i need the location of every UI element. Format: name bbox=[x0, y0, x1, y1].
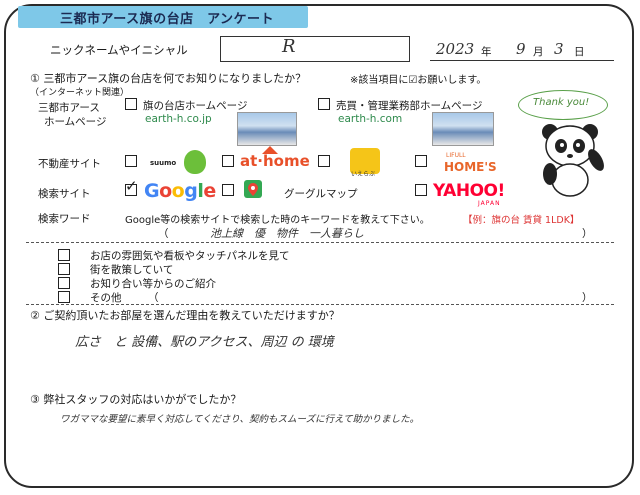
santo-label-2: ホームページ bbox=[44, 116, 107, 128]
keyword-label: 検索ワード bbox=[38, 213, 91, 225]
opt-walking: 街を散策していて bbox=[90, 264, 174, 276]
page-title: 三都市アース旗の台店 アンケート bbox=[60, 12, 275, 27]
date-year-unit: 年 bbox=[481, 46, 492, 58]
checkbox-suumo[interactable] bbox=[125, 155, 137, 167]
panda-mascot-icon bbox=[542, 124, 604, 197]
q2-answer: 広さ と 設備、駅のアクセス、周辺 の 環境 bbox=[75, 335, 334, 350]
url-hatanodai: earth-h.co.jp bbox=[145, 113, 212, 125]
date-day: 3 bbox=[554, 40, 564, 58]
date-underline bbox=[430, 60, 614, 61]
q1-note: ※該当項目に☑お願いします。 bbox=[350, 75, 487, 86]
checkbox-walking[interactable] bbox=[58, 263, 70, 275]
maps-label: グーグルマップ bbox=[284, 188, 358, 200]
suumo-character-icon bbox=[184, 150, 206, 174]
date-year: 2023 bbox=[436, 40, 475, 58]
santo-label-1: 三都市アース bbox=[38, 102, 100, 114]
yahoo-logo: YAHOO! bbox=[433, 181, 505, 201]
kensaku-label: 検索サイト bbox=[38, 188, 91, 200]
yahoo-logo-sub: JAPAN bbox=[478, 200, 501, 207]
checkbox-yahoo[interactable] bbox=[415, 184, 427, 196]
date-month: 9 bbox=[516, 40, 526, 58]
checkbox-ieul[interactable] bbox=[318, 155, 330, 167]
athome-logo: at·home bbox=[240, 152, 310, 170]
other-divider bbox=[26, 304, 614, 305]
fudosan-label: 不動産サイト bbox=[38, 158, 101, 170]
homes-logo: HOME'S bbox=[444, 160, 497, 174]
checkbox-other[interactable] bbox=[58, 291, 70, 303]
date-day-unit: 日 bbox=[574, 46, 585, 58]
opt-referral: お知り合い等からのご紹介 bbox=[90, 278, 216, 290]
google-maps-icon bbox=[244, 180, 262, 198]
nickname-field[interactable] bbox=[220, 36, 410, 62]
baibai-hp-thumbnail bbox=[432, 112, 494, 146]
keyword-prompt: Google等の検索サイトで検索した時のキーワードを教えて下さい。 bbox=[125, 215, 430, 226]
ieul-logo-text: いえらぶ bbox=[351, 171, 376, 178]
q3-question: ③ 弊社スタッフの対応はいかがでしたか？ bbox=[30, 393, 242, 406]
keyword-close-paren: ） bbox=[582, 228, 593, 240]
opt-hatanodai-hp: 旗の台店ホームページ bbox=[143, 100, 248, 112]
keyword-value: 池上線 優 物件 一人暮らし bbox=[210, 227, 364, 240]
opt-baibai-hp: 売買・管理業務部ホームページ bbox=[336, 100, 483, 112]
opt-other: その他 bbox=[90, 292, 122, 304]
nickname-label: ニックネームやイニシャル bbox=[50, 43, 188, 57]
hatanodai-hp-thumbnail bbox=[237, 112, 297, 146]
homes-logo-sub: LIFULL bbox=[446, 152, 466, 159]
checkbox-homes[interactable] bbox=[415, 155, 427, 167]
checkbox-baibai-hp[interactable] bbox=[318, 98, 330, 110]
suumo-logo: suumo bbox=[150, 159, 177, 167]
keyword-open-paren: （ bbox=[158, 228, 169, 240]
checkbox-athome[interactable] bbox=[222, 155, 234, 167]
other-close-paren: ） bbox=[582, 292, 593, 304]
url-baibai: earth-h.com bbox=[338, 113, 403, 125]
q1-divider bbox=[26, 242, 614, 243]
opt-store-sign: お店の雰囲気や看板やタッチパネルを見て bbox=[90, 250, 290, 262]
checkbox-hatanodai-hp[interactable] bbox=[125, 98, 137, 110]
date-month-unit: 月 bbox=[533, 46, 544, 58]
q2-question: ② ご契約頂いたお部屋を選んだ理由を教えていただけますか？ bbox=[30, 309, 340, 322]
google-logo: Google bbox=[144, 180, 216, 202]
q1-question: ① 三都市アース旗の台店を何でお知りになりましたか？ bbox=[30, 72, 307, 85]
google-checkmark-icon: ✓ bbox=[125, 177, 138, 195]
other-open-paren: （ bbox=[148, 292, 159, 304]
checkbox-store-sign[interactable] bbox=[58, 249, 70, 261]
q1-sub: （インターネット関連） bbox=[30, 88, 130, 98]
q3-answer: ワガママな要望に素早く対応してくださり、契約もスムーズに行えて助かりました。 bbox=[60, 414, 420, 425]
checkbox-google-maps[interactable] bbox=[222, 184, 234, 196]
checkbox-referral[interactable] bbox=[58, 277, 70, 289]
keyword-example: 【例：旗の台 賃貸 1LDK】 bbox=[463, 215, 580, 226]
nickname-value: R bbox=[282, 36, 296, 57]
